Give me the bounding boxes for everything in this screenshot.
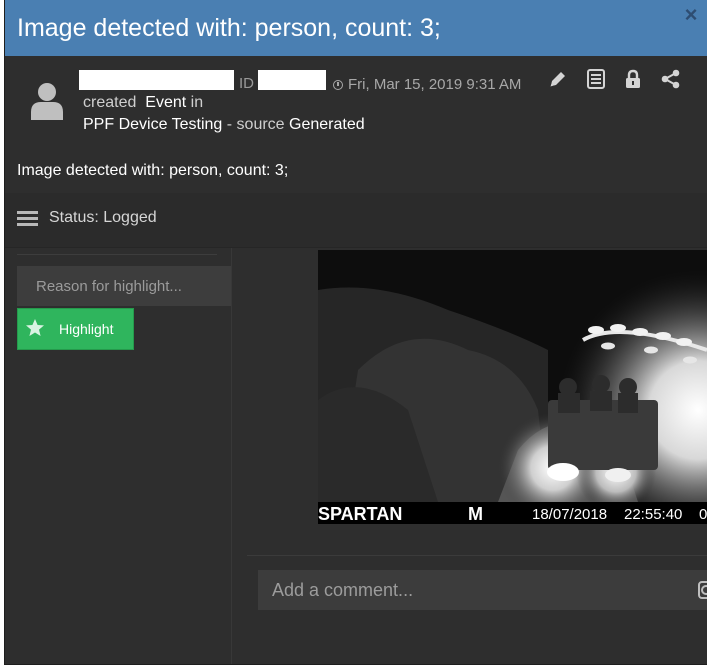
divider (17, 254, 217, 255)
redacted-username (79, 70, 234, 90)
action-verb: created (83, 94, 137, 111)
status-label: Status: Logged (49, 209, 157, 226)
star-icon (26, 319, 44, 336)
modal-title: Image detected with: person, count: 3; (17, 14, 441, 42)
status-bar: Status: Logged (5, 193, 707, 248)
divider (247, 555, 707, 556)
redacted-id (258, 70, 326, 90)
reason-input[interactable] (17, 266, 231, 306)
camera-name: SPARTAN (318, 504, 403, 524)
camera-icon[interactable] (697, 578, 707, 602)
event-modal: Image detected with: person, count: 3; ×… (4, 0, 707, 665)
event-header: ID Fri, Mar 15, 2019 9:31 AM created Eve… (5, 56, 707, 152)
modal-titlebar: Image detected with: person, count: 3; × (5, 0, 707, 56)
source-value: Generated (289, 116, 365, 133)
event-source-line: PPF Device Testing - source Generated (83, 116, 365, 134)
timestamp: Fri, Mar 15, 2019 9:31 AM (333, 76, 521, 93)
source-separator: - source (226, 116, 285, 133)
share-icon[interactable] (660, 68, 682, 90)
pencil-icon[interactable] (547, 68, 569, 90)
capture-extra: 0 (699, 506, 707, 523)
avatar (31, 83, 63, 120)
lock-icon[interactable] (622, 68, 644, 90)
close-icon[interactable]: × (682, 4, 700, 26)
comment-input[interactable] (258, 570, 707, 610)
night-scene (318, 250, 707, 502)
camera-info-strip: SPARTAN M 18/07/2018 22:55:40 0 (318, 502, 707, 524)
event-action-line: created Event in (83, 94, 203, 112)
highlight-button-label: Highlight (59, 321, 114, 337)
capture-time: 22:55:40 (624, 506, 683, 523)
capture-date: 18/07/2018 (532, 506, 608, 523)
highlight-panel: Highlight (5, 248, 232, 664)
camera-mode: M (468, 504, 483, 524)
event-type-link[interactable]: Event (145, 94, 186, 111)
clock-icon (333, 80, 343, 90)
timestamp-text: Fri, Mar 15, 2019 9:31 AM (348, 76, 522, 93)
project-link[interactable]: PPF Device Testing (83, 116, 222, 133)
preposition: in (190, 94, 204, 111)
event-description: Image detected with: person, count: 3; (17, 162, 289, 179)
event-image[interactable]: SPARTAN M 18/07/2018 22:55:40 0 (318, 250, 707, 524)
menu-icon[interactable] (17, 211, 38, 226)
id-label: ID (239, 75, 254, 92)
document-icon[interactable] (585, 68, 607, 90)
highlight-button[interactable]: Highlight (17, 308, 134, 350)
